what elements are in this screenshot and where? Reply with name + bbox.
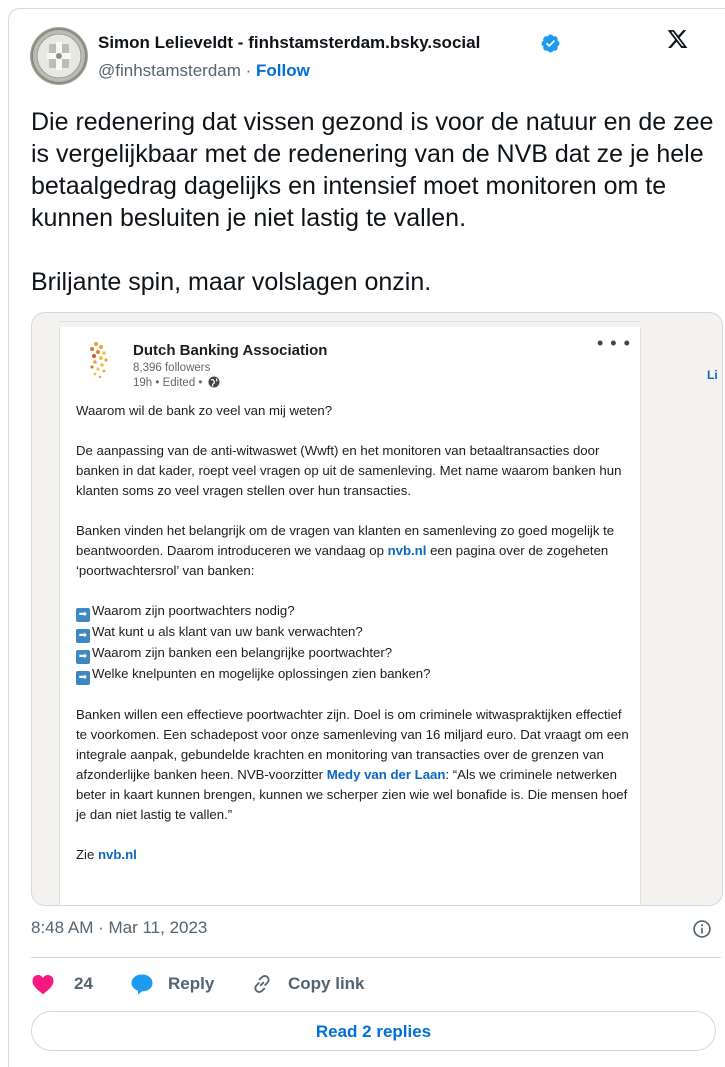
li-see-line: Zie nvb.nl: [76, 845, 631, 865]
li-person-link: Medy van der Laan: [326, 767, 446, 782]
tweet-timestamp[interactable]: 8:48 AM · Mar 11, 2023: [31, 918, 207, 938]
tweet-media-image[interactable]: Dutch Banking Association 8,396 follower…: [31, 312, 723, 906]
li-bullet-item: ➡ Welke knelpunten en mogelijke oplossing…: [76, 664, 631, 685]
author-handle-line: @finhstamsterdam · Follow: [98, 61, 310, 81]
reply-bubble-icon: [131, 974, 153, 995]
info-icon[interactable]: [692, 919, 712, 939]
tweet-text: Die redenering dat vissen gezond is voor…: [31, 108, 714, 296]
author-avatar[interactable]: [30, 27, 88, 85]
like-count: 24: [74, 974, 93, 993]
copy-link-label: Copy link: [288, 974, 365, 993]
li-nvb-link-2: nvb.nl: [97, 847, 137, 862]
li-more-icon: • • •: [597, 333, 631, 353]
li-followers: 8,396 followers: [133, 362, 211, 374]
li-bullet-item: ➡ Waarom zijn poortwachters nodig?: [76, 601, 631, 622]
link-icon: [254, 975, 270, 993]
arrow-right-icon: ➡: [76, 608, 90, 622]
nvb-logo-icon: [90, 342, 108, 379]
li-nvb-link-1: nvb.nl: [387, 543, 427, 558]
li-post-time-text: 19h • Edited •: [133, 377, 206, 389]
li-bullet-item: ➡ Wat kunt u als klant van uw bank verwac…: [76, 622, 631, 643]
arrow-right-icon: ➡: [76, 650, 90, 664]
author-handle[interactable]: @finhstamsterdam: [98, 61, 241, 80]
like-button[interactable]: 24: [31, 971, 101, 997]
arrow-right-icon: ➡: [76, 671, 90, 685]
reply-button[interactable]: Reply: [130, 971, 230, 997]
li-side-text: Li: [707, 368, 718, 382]
li-post-body: Waarom wil de bank zo veel van mij weten…: [76, 401, 631, 865]
li-paragraph-2: Banken vinden het belangrijk om de vrage…: [76, 521, 631, 581]
li-bullet-item: ➡ Waarom zijn banken een belangrijke poor…: [76, 643, 631, 664]
author-name[interactable]: Simon Lelieveldt - finhstamsterdam.bsky.…: [98, 33, 480, 53]
verified-badge-icon: [541, 34, 560, 53]
li-paragraph-1: De aanpassing van de anti-witwaswet (Wwf…: [76, 443, 622, 498]
li-heading: Waarom wil de bank zo veel van mij weten…: [76, 403, 333, 418]
actions-divider: [31, 957, 721, 958]
li-bullet-text: Wat kunt u als klant van uw bank verwach…: [92, 624, 363, 639]
follow-button[interactable]: Follow: [256, 61, 310, 80]
li-org-name: Dutch Banking Association: [133, 342, 328, 359]
li-bullet-text: Waarom zijn banken een belangrijke poort…: [92, 645, 393, 660]
li-bullet-text: Welke knelpunten en mogelijke oplossinge…: [92, 666, 431, 681]
li-card-top-border: [59, 321, 639, 322]
globe-icon: [208, 376, 220, 388]
arrow-right-icon: ➡: [76, 629, 90, 643]
copy-link-button[interactable]: Copy link: [250, 971, 390, 997]
handle-separator: ·: [240, 61, 257, 80]
li-post-time: 19h • Edited •: [133, 376, 220, 389]
li-bullet-text: Waarom zijn poortwachters nodig?: [92, 603, 295, 618]
read-replies-button[interactable]: Read 2 replies: [31, 1011, 716, 1051]
x-logo-icon[interactable]: [666, 28, 689, 50]
li-see-text: Zie: [76, 847, 98, 862]
heart-icon: [32, 975, 54, 995]
reply-label: Reply: [168, 974, 215, 993]
li-paragraph-3: Banken willen een effectieve poortwachte…: [76, 705, 631, 825]
